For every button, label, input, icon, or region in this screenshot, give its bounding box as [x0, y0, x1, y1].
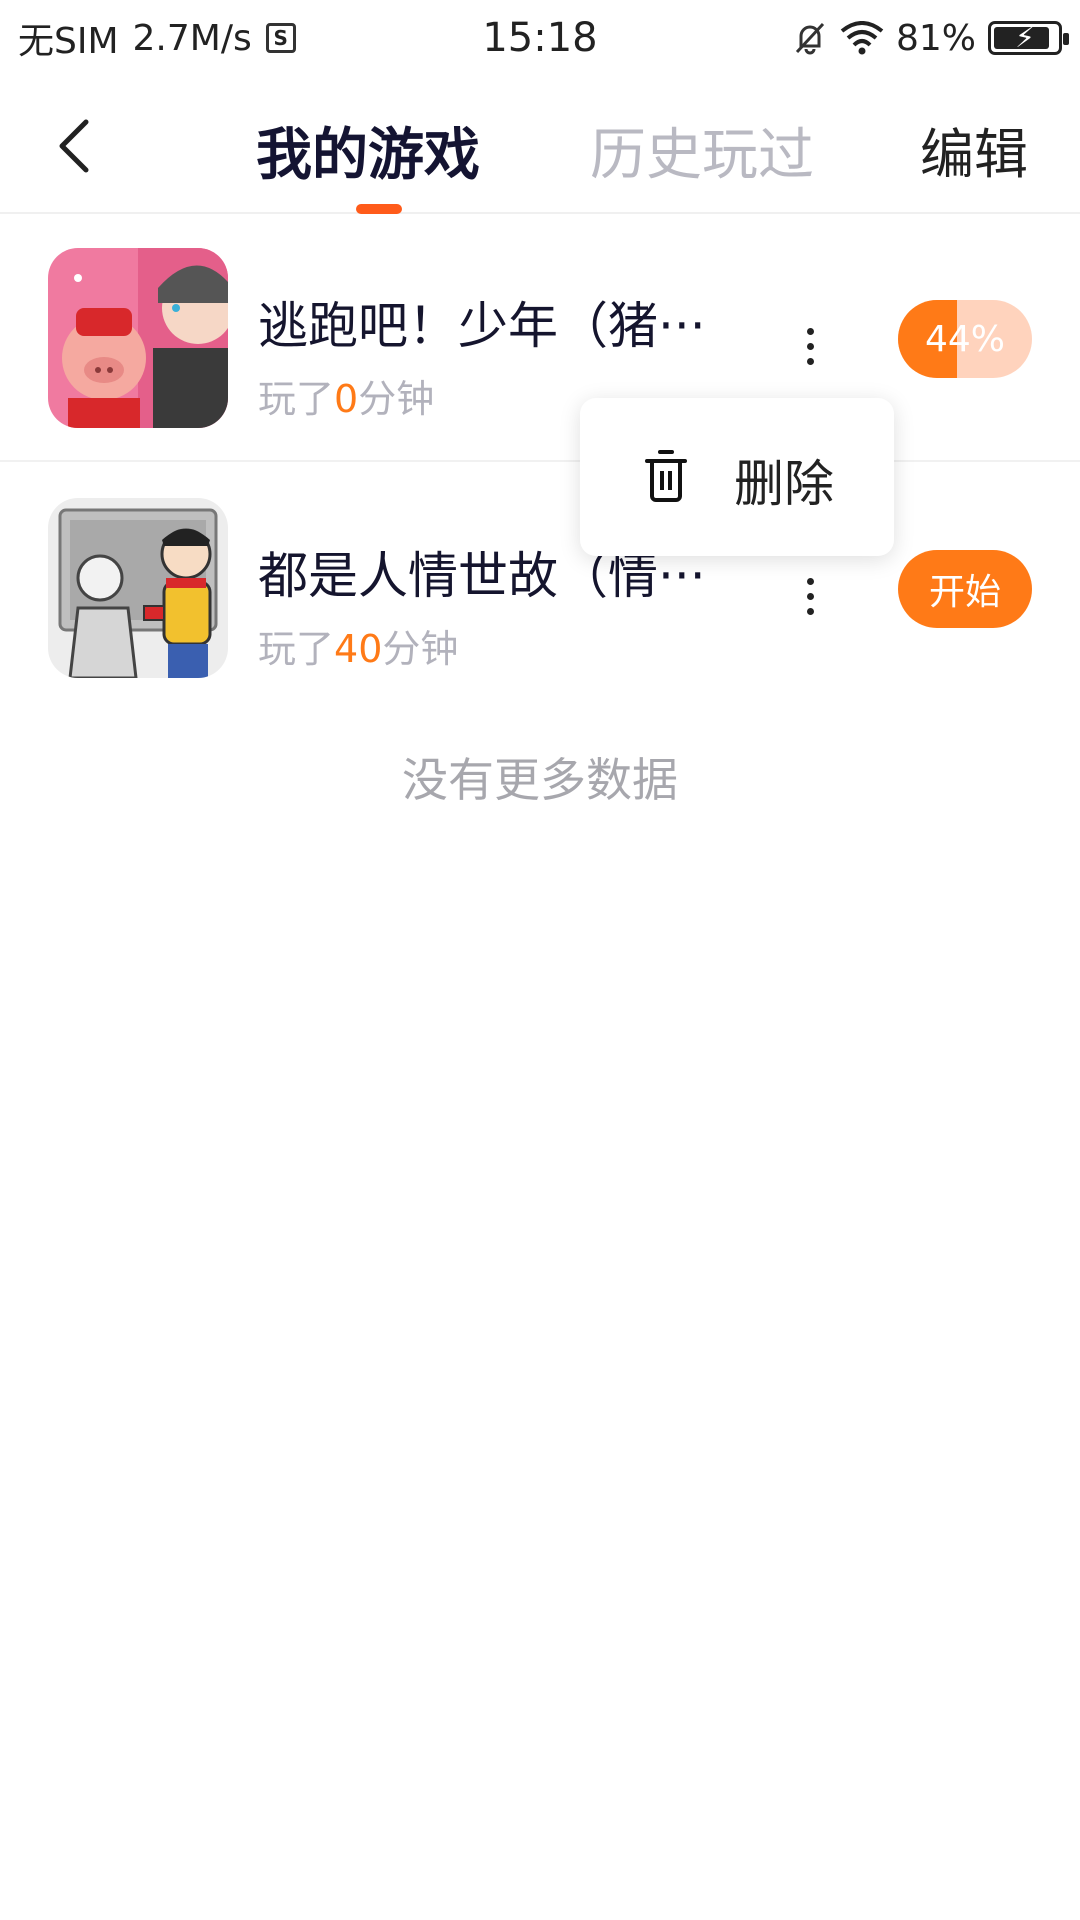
- cartoon-redenvelope-game-icon[interactable]: [48, 498, 228, 678]
- back-button[interactable]: [44, 106, 104, 186]
- battery-percent: 81%: [895, 17, 976, 59]
- list-item[interactable]: 都是人情世故（情··· 玩了40分钟 开始: [0, 466, 1080, 712]
- download-progress-label: 44%: [924, 318, 1005, 360]
- play-time-minutes: 40: [334, 627, 383, 671]
- play-time-suffix: 分钟: [382, 627, 459, 671]
- tab-my-games[interactable]: 我的游戏: [256, 110, 480, 191]
- clock: 15:18: [482, 15, 598, 61]
- bell-off-icon: [795, 22, 825, 55]
- list-item[interactable]: 逃跑吧！少年（猪··· 玩了0分钟 44%: [0, 216, 1080, 462]
- sim-card-letter: S: [273, 26, 288, 50]
- battery-charging-icon: ⚡: [988, 21, 1069, 55]
- download-progress-button[interactable]: 44%: [898, 300, 1032, 378]
- status-right: 81% ⚡: [642, 17, 1069, 59]
- edit-button[interactable]: 编辑: [920, 110, 1028, 189]
- more-options-icon[interactable]: [790, 316, 830, 376]
- active-tab-indicator: [356, 204, 402, 214]
- play-time: 玩了0分钟: [258, 368, 434, 423]
- play-time-prefix: 玩了: [258, 627, 335, 671]
- trash-icon[interactable]: [644, 448, 688, 504]
- start-button[interactable]: 开始: [898, 550, 1032, 628]
- header: 我的游戏 历史玩过 编辑: [0, 76, 1080, 214]
- delete-menu-item[interactable]: 删除: [734, 444, 834, 516]
- status-bar: 无SIM 2.7M/s S 15:18 81% ⚡: [0, 0, 1080, 76]
- play-time: 玩了40分钟: [258, 618, 458, 673]
- screen: 无SIM 2.7M/s S 15:18 81% ⚡ 我的游戏 历史玩过 编辑 逃…: [0, 0, 1080, 1920]
- play-time-suffix: 分钟: [358, 377, 435, 421]
- more-options-icon[interactable]: [790, 566, 830, 626]
- status-left: 无SIM 2.7M/s S: [18, 12, 438, 64]
- context-menu: 删除: [580, 398, 894, 556]
- game-title: 逃跑吧！少年（猪···: [258, 297, 706, 355]
- play-time-prefix: 玩了: [258, 377, 335, 421]
- chevron-left-icon: [59, 119, 89, 173]
- play-time-minutes: 0: [334, 377, 359, 421]
- pig-and-boy-game-icon[interactable]: [48, 248, 228, 428]
- sim-card-icon: S: [265, 23, 296, 53]
- wifi-icon: [840, 21, 884, 55]
- no-more-data-text: 没有更多数据: [402, 753, 678, 807]
- carrier-text: 无SIM: [18, 21, 119, 62]
- tab-history-played[interactable]: 历史玩过: [590, 110, 814, 191]
- network-speed: 2.7M/s: [132, 17, 252, 59]
